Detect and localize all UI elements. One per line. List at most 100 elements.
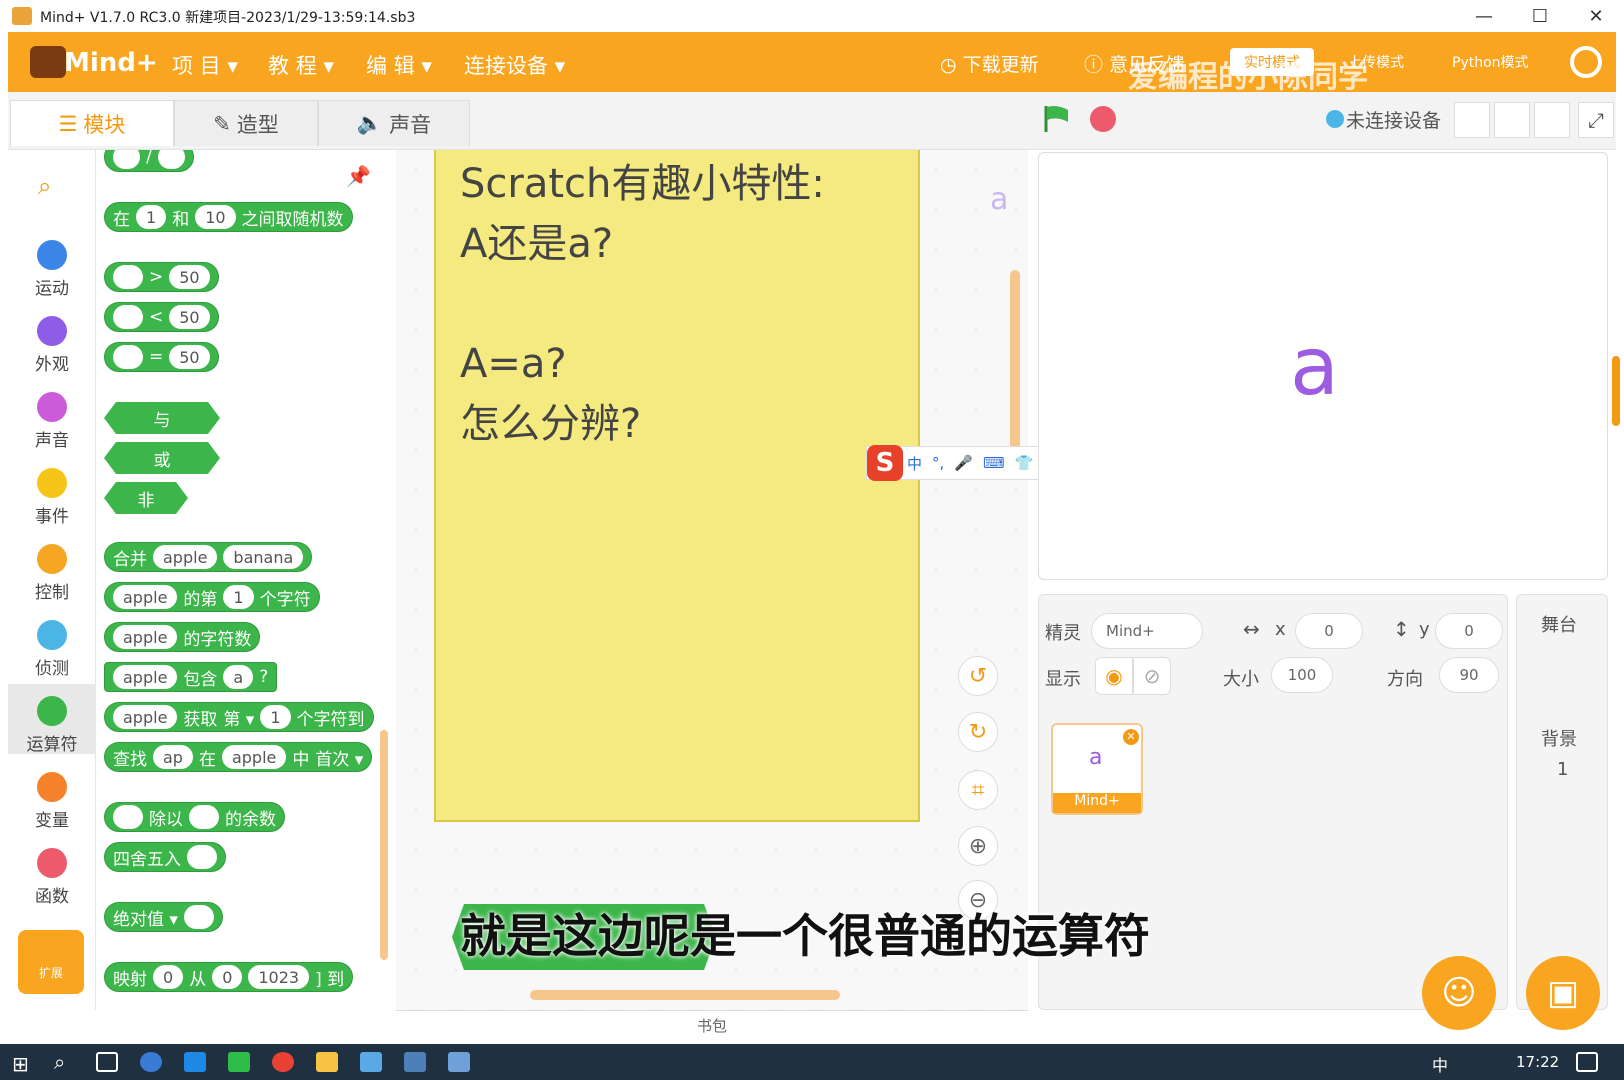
block-join[interactable]: 合并 apple banana xyxy=(104,542,313,572)
block-or[interactable]: 或 xyxy=(104,442,220,474)
menu-connect-device[interactable]: 连接设备 ▾ xyxy=(464,50,565,80)
python-mode-button[interactable]: Python模式 xyxy=(1438,48,1543,76)
category-variables[interactable]: 变量 xyxy=(8,760,96,831)
task-view-icon[interactable] xyxy=(96,1052,118,1072)
ime-voice-icon[interactable]: 🎤 xyxy=(954,454,973,472)
menu-tutorial[interactable]: 教 程 ▾ xyxy=(268,50,334,80)
zoom-in-icon[interactable]: ⊕ xyxy=(958,826,998,866)
block-divide[interactable]: / xyxy=(104,150,194,172)
block-length[interactable]: apple 的字符数 xyxy=(104,622,261,652)
block-less-than[interactable]: <50 xyxy=(104,302,219,332)
window-title: Mind+ V1.7.0 RC3.0 新建项目-2023/1/29-13:59:… xyxy=(40,10,416,26)
windows-taskbar: ⊞ ⌕ 中 17:22 xyxy=(0,1044,1624,1080)
category-functions[interactable]: 函数 xyxy=(8,836,96,907)
layout-small-stage-icon[interactable] xyxy=(1454,102,1490,138)
search-icon[interactable]: ⌕ xyxy=(38,172,51,200)
app-icon-2[interactable] xyxy=(360,1052,382,1072)
menu-edit[interactable]: 编 辑 ▾ xyxy=(366,50,432,80)
add-backdrop-icon[interactable]: ▣ xyxy=(1526,956,1600,1030)
y-input[interactable]: 0 xyxy=(1435,613,1503,649)
block-substring[interactable]: apple 获取第 ▾ 1 个字符到 xyxy=(104,702,374,732)
help-icon: ⓘ xyxy=(1084,54,1110,76)
block-mod[interactable]: 除以 的余数 xyxy=(104,802,285,832)
ime-punct[interactable]: °, xyxy=(932,454,944,472)
sprite-name-input[interactable]: Mind+ xyxy=(1091,613,1203,649)
notification-icon[interactable] xyxy=(1576,1052,1598,1072)
minimize-button[interactable]: — xyxy=(1456,0,1512,32)
ime-keyboard-icon[interactable]: ⌨ xyxy=(983,454,1005,472)
chrome-icon[interactable] xyxy=(272,1052,294,1072)
layout-normal-stage-icon[interactable] xyxy=(1494,102,1530,138)
palette-scrollbar[interactable] xyxy=(380,730,388,960)
settings-gear-icon[interactable] xyxy=(1570,46,1602,78)
block-not[interactable]: 非 xyxy=(104,482,188,514)
extension-button[interactable]: 扩展 xyxy=(18,930,84,994)
backdrop-label: 背景 xyxy=(1541,729,1577,750)
fullscreen-icon[interactable]: ⤢ xyxy=(1578,102,1614,138)
y-label: y xyxy=(1419,619,1430,640)
stage-sprite[interactable]: a xyxy=(1290,320,1339,413)
tab-blocks[interactable]: ☰ 模块 xyxy=(10,100,174,146)
undo-icon[interactable]: ↺ xyxy=(958,656,998,696)
stage-scroll-handle[interactable] xyxy=(1612,356,1620,426)
menu-project[interactable]: 项 目 ▾ xyxy=(172,50,238,80)
category-motion[interactable]: 运动 xyxy=(8,228,96,299)
show-eye-icon[interactable]: ◉ xyxy=(1095,657,1133,695)
tab-costumes[interactable]: ✎ 造型 xyxy=(174,100,318,146)
layout-large-stage-icon[interactable] xyxy=(1534,102,1570,138)
download-update-button[interactable]: ◷ 下载更新 xyxy=(940,50,1039,77)
size-input[interactable]: 100 xyxy=(1271,657,1333,693)
block-map[interactable]: 映射 0 从 0 1023] 到 xyxy=(104,962,354,992)
app-icon-4[interactable] xyxy=(448,1052,470,1072)
block-and[interactable]: 与 xyxy=(104,402,220,434)
comment-note[interactable]: Scratch有趣小特性: A还是a? A=a? 怎么分辨? xyxy=(434,150,920,822)
ime-lang-indicator[interactable]: 中 xyxy=(1432,1052,1448,1076)
ime-skin-icon[interactable]: 👕 xyxy=(1015,454,1034,472)
wechat-icon[interactable] xyxy=(228,1052,250,1072)
block-letter-of[interactable]: apple 的第 1 个字符 xyxy=(104,582,320,612)
close-button[interactable]: ✕ xyxy=(1568,0,1624,32)
category-sidebar: ⌕ 运动 外观 声音 事件 控制 侦测 运算符 变量 函数 扩展 xyxy=(8,150,96,1010)
category-events[interactable]: 事件 xyxy=(8,456,96,527)
app-icon-3[interactable] xyxy=(404,1052,426,1072)
app-icon-1[interactable] xyxy=(140,1052,162,1072)
block-find[interactable]: 查找 ap 在 apple 中首次 ▾ xyxy=(104,742,373,772)
category-control[interactable]: 控制 xyxy=(8,532,96,603)
workspace-vscrollbar[interactable] xyxy=(1010,270,1020,460)
arrow-horizontal-icon: ↔ xyxy=(1243,617,1260,641)
direction-input[interactable]: 90 xyxy=(1439,657,1499,693)
category-sensing[interactable]: 侦测 xyxy=(8,608,96,679)
search-taskbar-icon[interactable]: ⌕ xyxy=(54,1050,65,1074)
maximize-button[interactable]: ☐ xyxy=(1512,0,1568,32)
windows-start-icon[interactable]: ⊞ xyxy=(12,1052,29,1076)
block-random[interactable]: 在 1 和 10 之间取随机数 xyxy=(104,202,353,232)
workspace-hscrollbar[interactable] xyxy=(530,990,840,1000)
green-flag-icon[interactable] xyxy=(1042,104,1072,134)
add-sprite-icon[interactable]: ☺ xyxy=(1422,956,1496,1030)
x-input[interactable]: 0 xyxy=(1295,613,1363,649)
sprite-thumbnail[interactable]: a Mind+ ✕ xyxy=(1051,723,1143,815)
block-equals[interactable]: = 50 xyxy=(104,342,219,372)
ime-chinese[interactable]: 中 xyxy=(907,453,922,474)
edge-icon[interactable] xyxy=(184,1052,206,1072)
menu-bar: Mind+ 项 目 ▾ 教 程 ▾ 编 辑 ▾ 连接设备 ▾ ◷ 下载更新 ⓘ … xyxy=(8,32,1616,95)
block-greater-than[interactable]: >50 xyxy=(104,262,219,292)
block-round[interactable]: 四舍五入 xyxy=(104,842,226,872)
tab-sounds[interactable]: 🔈 声音 xyxy=(318,100,470,146)
delete-sprite-icon[interactable]: ✕ xyxy=(1123,729,1139,745)
backpack-bar[interactable]: 书包 xyxy=(396,1010,1028,1044)
category-operators[interactable]: 运算符 xyxy=(8,684,96,755)
explorer-icon[interactable] xyxy=(316,1052,338,1072)
block-contains[interactable]: apple 包含 a? xyxy=(104,662,278,692)
pin-icon[interactable]: 📌 xyxy=(346,164,371,188)
block-abs[interactable]: 绝对值 ▾ xyxy=(104,902,223,932)
redo-icon[interactable]: ↻ xyxy=(958,712,998,752)
hide-eye-icon[interactable]: ⊘ xyxy=(1133,657,1171,695)
category-looks[interactable]: 外观 xyxy=(8,304,96,375)
backdrop-count: 1 xyxy=(1557,759,1569,780)
app-icon xyxy=(12,7,32,25)
stop-icon[interactable] xyxy=(1090,106,1116,132)
crop-icon[interactable]: ⌗ xyxy=(958,770,998,810)
category-sound[interactable]: 声音 xyxy=(8,380,96,451)
taskbar-clock[interactable]: 17:22 xyxy=(1516,1053,1559,1071)
